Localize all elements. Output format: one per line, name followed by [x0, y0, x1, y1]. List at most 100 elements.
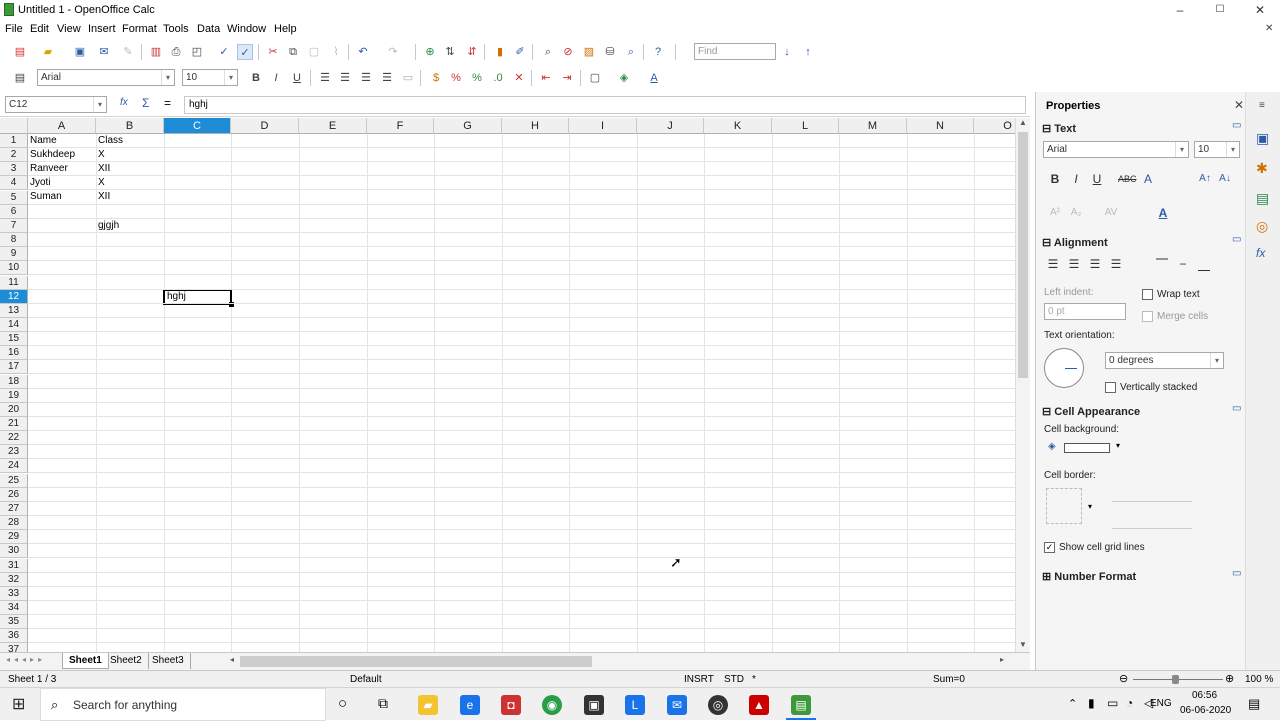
- more-options-icon[interactable]: ▭: [1232, 568, 1241, 579]
- edge-icon[interactable]: e: [460, 695, 480, 715]
- autospellcheck-icon[interactable]: ✓: [237, 44, 253, 60]
- scroll-left-icon[interactable]: ◂: [230, 655, 234, 664]
- align-top-icon[interactable]: ⎺: [1153, 255, 1171, 273]
- row-header[interactable]: 10: [0, 261, 28, 276]
- navigator-icon[interactable]: ⊘: [560, 44, 576, 60]
- wrap-text-checkbox[interactable]: [1142, 289, 1153, 300]
- close-button[interactable]: ✕: [1240, 0, 1280, 20]
- copy-icon[interactable]: ⧉: [285, 44, 301, 60]
- cell-border-picker[interactable]: [1046, 488, 1082, 524]
- hyperlink-icon[interactable]: ⊕: [422, 44, 438, 60]
- insert-mode[interactable]: INSRT: [684, 674, 714, 685]
- data-sources-icon[interactable]: ⛁: [602, 44, 618, 60]
- shrink-font-icon[interactable]: A↓: [1216, 170, 1234, 188]
- zoom-in-icon[interactable]: ⊕: [1225, 672, 1234, 685]
- menu-view[interactable]: View: [57, 23, 81, 35]
- clock-date[interactable]: 06-06-2020: [1180, 705, 1231, 716]
- more-options-icon[interactable]: ▭: [1232, 403, 1241, 414]
- column-header[interactable]: H: [502, 118, 569, 134]
- undo-icon[interactable]: ↶: [355, 44, 371, 60]
- panel-align-center-icon[interactable]: ☰: [1065, 255, 1083, 273]
- row-header[interactable]: 8: [0, 233, 28, 248]
- row-header[interactable]: 30: [0, 544, 28, 559]
- cortana-icon[interactable]: ○: [338, 695, 347, 712]
- row-header[interactable]: 2: [0, 148, 28, 163]
- character-spacing-icon[interactable]: AV: [1102, 204, 1120, 222]
- lync-icon[interactable]: L: [625, 695, 645, 715]
- page-style[interactable]: Default: [350, 674, 382, 685]
- merge-cells-checkbox[interactable]: [1142, 311, 1153, 322]
- acrobat-icon[interactable]: ▲: [749, 695, 769, 715]
- name-box[interactable]: C12 ▾: [5, 96, 107, 113]
- find-previous-icon[interactable]: ↑: [800, 44, 816, 60]
- standard-format-icon[interactable]: %: [469, 70, 485, 86]
- cell-appearance-header[interactable]: ⊟ Cell Appearance: [1042, 405, 1140, 418]
- add-decimal-icon[interactable]: .0: [490, 70, 506, 86]
- styles-icon[interactable]: ▤: [12, 70, 28, 86]
- formula-input[interactable]: hghj: [184, 96, 1026, 114]
- sum-display[interactable]: Sum=0: [933, 674, 965, 685]
- chrome-icon[interactable]: ◉: [542, 695, 562, 715]
- print-icon[interactable]: ⎙: [168, 44, 184, 60]
- windows-start-icon[interactable]: ⊞: [12, 694, 25, 714]
- orientation-degrees-box[interactable]: 0 degrees ▾: [1105, 352, 1224, 369]
- left-indent-field[interactable]: 0 pt: [1044, 303, 1126, 320]
- chevron-down-icon[interactable]: ▾: [1226, 142, 1239, 157]
- row-header[interactable]: 4: [0, 176, 28, 191]
- cut-icon[interactable]: ✂: [265, 44, 281, 60]
- wifi-icon[interactable]: ◔: [1126, 696, 1133, 710]
- row-header[interactable]: 7: [0, 218, 28, 233]
- open-icon[interactable]: ▰: [40, 44, 56, 60]
- row-header[interactable]: 17: [0, 360, 28, 375]
- scroll-right-icon[interactable]: ▸: [1000, 655, 1004, 664]
- battery-icon[interactable]: ▭: [1107, 696, 1118, 710]
- spreadsheet-grid[interactable]: A B C D E F G H I J K L M N O Name Class…: [0, 118, 1015, 652]
- align-middle-icon[interactable]: −: [1174, 255, 1192, 273]
- gallery-deck-icon[interactable]: ▤: [1256, 190, 1269, 207]
- column-header[interactable]: M: [839, 118, 907, 134]
- row-header[interactable]: 26: [0, 487, 28, 502]
- currency-icon[interactable]: $: [428, 70, 444, 86]
- menu-insert[interactable]: Insert: [88, 23, 116, 35]
- tab-sheet1[interactable]: Sheet1: [62, 653, 109, 669]
- find-replace-icon[interactable]: ⌕: [540, 44, 556, 60]
- panel-underline-button[interactable]: U: [1088, 170, 1106, 188]
- row-header[interactable]: 33: [0, 586, 28, 601]
- sort-descending-icon[interactable]: ⇵: [464, 44, 480, 60]
- align-bottom-icon[interactable]: ⎽: [1195, 255, 1213, 273]
- row-header[interactable]: 34: [0, 600, 28, 615]
- navigator-deck-icon[interactable]: ◎: [1256, 218, 1268, 235]
- row-header[interactable]: 35: [0, 615, 28, 630]
- function-icon[interactable]: =: [164, 96, 171, 110]
- column-header[interactable]: A: [28, 118, 96, 134]
- tab-sheet2[interactable]: Sheet2: [104, 653, 149, 669]
- properties-deck-icon[interactable]: ▣: [1256, 130, 1269, 147]
- row-header[interactable]: 11: [0, 275, 28, 290]
- row-header[interactable]: 19: [0, 388, 28, 403]
- shadow-icon[interactable]: A: [1139, 170, 1157, 188]
- panel-align-left-icon[interactable]: ☰: [1044, 255, 1062, 273]
- new-icon[interactable]: ▤: [12, 44, 28, 60]
- chevron-down-icon[interactable]: ▾: [224, 70, 237, 85]
- align-right-icon[interactable]: ☰: [358, 70, 374, 86]
- column-header[interactable]: G: [434, 118, 502, 134]
- sort-ascending-icon[interactable]: ⇅: [442, 44, 458, 60]
- increase-indent-icon[interactable]: ⇥: [559, 70, 575, 86]
- bold-icon[interactable]: B: [248, 70, 264, 86]
- menu-file[interactable]: File: [5, 23, 23, 35]
- row-header[interactable]: 21: [0, 417, 28, 431]
- security-icon[interactable]: ◘: [501, 695, 521, 715]
- strikethrough-icon[interactable]: ABC: [1118, 170, 1137, 188]
- row-header[interactable]: 28: [0, 516, 28, 531]
- file-explorer-icon[interactable]: ▰: [418, 695, 438, 715]
- draw-functions-icon[interactable]: ✐: [512, 44, 528, 60]
- row-header[interactable]: 9: [0, 247, 28, 262]
- close-document-icon[interactable]: ✕: [1265, 23, 1273, 34]
- zoom-level[interactable]: 100 %: [1245, 674, 1273, 685]
- clock-time[interactable]: 06:56: [1192, 690, 1217, 701]
- grow-font-icon[interactable]: A↑: [1196, 170, 1214, 188]
- functions-deck-icon[interactable]: fx: [1256, 246, 1265, 260]
- border-style-picker[interactable]: [1112, 488, 1192, 502]
- justify-icon[interactable]: ☰: [379, 70, 395, 86]
- help-icon[interactable]: ?: [650, 44, 666, 60]
